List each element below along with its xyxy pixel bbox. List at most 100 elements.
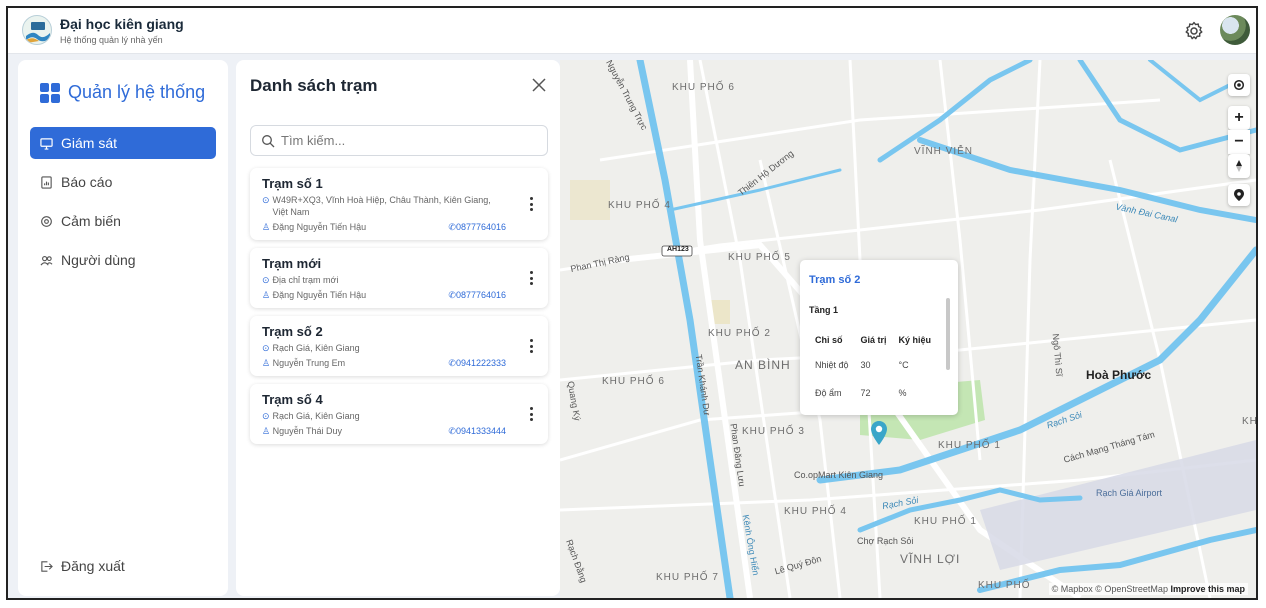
sidebar-item-label: Cảm biến — [61, 213, 121, 229]
zoom-out-button[interactable]: − — [1228, 130, 1250, 154]
location-pin-icon: ⊙ — [262, 411, 270, 421]
station-marker-icon[interactable] — [870, 420, 888, 446]
table-row: Nhiệt độ 30 °C — [809, 351, 937, 379]
user-avatar[interactable] — [1220, 15, 1250, 45]
user-icon: ♙ — [262, 426, 271, 436]
station-owner: Đặng Nguyễn Tiến Hậu — [272, 222, 367, 232]
sidebar-brand-label: Quản lý hệ thống — [68, 82, 206, 102]
top-header: Đại học kiên giang Hệ thống quản lý nhà … — [8, 8, 1256, 54]
user-icon: ♙ — [262, 222, 271, 232]
station-phone: 0941333444 — [455, 426, 506, 436]
location-pin-icon: ⊙ — [262, 275, 270, 285]
sidebar-item-label: Báo cáo — [61, 174, 113, 190]
table-cell: °C — [898, 360, 909, 370]
more-options-icon[interactable] — [530, 339, 534, 353]
column-header: Chỉ số — [815, 335, 843, 345]
map-label: Co.opMart Kiên Giang — [794, 470, 884, 480]
station-popup: Trạm số 2 Tầng 1 Chỉ số Giá trị Ký hiệu … — [800, 260, 958, 415]
station-address-row: ⊙ Rạch Giá, Kiên Giang — [262, 342, 536, 354]
university-logo — [22, 15, 52, 45]
user-icon: ♙ — [262, 358, 271, 368]
sidebar-item-cam-bien[interactable]: Cảm biến — [30, 205, 216, 237]
monitor-icon — [40, 137, 53, 150]
logout-button[interactable]: Đăng xuất — [40, 558, 125, 574]
station-address-row: ⊙ Địa chỉ trạm mới — [262, 274, 536, 286]
table-cell: Nhiệt độ — [815, 360, 849, 370]
search-box — [250, 125, 548, 156]
improve-map-link[interactable]: Improve this map — [1170, 584, 1245, 594]
table-header-row: Chỉ số Giá trị Ký hiệu — [809, 329, 937, 351]
location-pin-icon: ⊙ — [262, 195, 270, 205]
more-options-icon[interactable] — [530, 197, 534, 211]
close-icon[interactable] — [530, 76, 548, 94]
settings-gear-icon[interactable] — [1184, 21, 1204, 41]
map-label: KHU PHỐ 1 — [938, 440, 1001, 451]
sensor-icon — [41, 215, 52, 227]
station-phone: 0877764016 — [455, 222, 506, 232]
station-contact-row: ♙ Nguyễn Thái Duy ✆0941333444 — [262, 426, 536, 437]
geolocate-icon[interactable] — [1228, 74, 1250, 96]
app-window: Đại học kiên giang Hệ thống quản lý nhà … — [6, 6, 1258, 600]
map-label: VĨNH LỢI — [900, 552, 961, 566]
station-list-panel: Danh sách trạm Trạm số 1 ⊙W49R+XQ3, Vĩnh… — [236, 60, 560, 596]
station-phone-row: ✆0877764016 — [448, 290, 506, 301]
sidebar-brand[interactable]: Quản lý hệ thống — [40, 82, 205, 103]
station-card[interactable]: Trạm số 4 ⊙ Rạch Giá, Kiên Giang ♙ Nguyễn… — [250, 384, 548, 444]
station-name: Trạm số 1 — [262, 176, 323, 191]
map-label: KHU PHỐ 4 — [608, 200, 671, 211]
report-icon — [41, 175, 52, 189]
zoom-in-button[interactable]: + — [1228, 106, 1250, 130]
logout-label: Đăng xuất — [61, 558, 125, 574]
map-label: VĨNH VIỄN — [914, 146, 974, 157]
station-card[interactable]: Trạm số 2 ⊙ Rạch Giá, Kiên Giang ♙ Nguyễn… — [250, 316, 548, 376]
popup-scrollbar[interactable] — [946, 298, 950, 370]
sidebar-item-nguoi-dung[interactable]: Người dùng — [30, 244, 216, 276]
station-card[interactable]: Trạm mới ⊙ Địa chỉ trạm mới ♙ Đặng Nguyễn… — [250, 248, 548, 308]
more-options-icon[interactable] — [530, 407, 534, 421]
app-title: Đại học kiên giang — [60, 16, 184, 32]
more-options-icon[interactable] — [530, 271, 534, 285]
map-label: AN BÌNH — [735, 358, 791, 372]
station-owner-row: ♙ Đặng Nguyễn Tiến Hậu — [262, 222, 366, 233]
station-phone-row: ✆0941222333 — [448, 358, 506, 369]
table-cell: 72 — [860, 388, 871, 398]
compass-icon[interactable] — [1228, 154, 1250, 178]
station-address: Địa chỉ trạm mới — [272, 275, 339, 285]
sidebar-item-bao-cao[interactable]: Báo cáo — [30, 166, 216, 198]
station-owner-row: ♙ Nguyễn Thái Duy — [262, 426, 342, 437]
table-cell: 30 — [860, 360, 871, 370]
station-owner-row: ♙ Đặng Nguyễn Tiến Hậu — [262, 290, 366, 301]
sidebar-item-label: Giám sát — [61, 135, 118, 151]
station-list: Trạm số 1 ⊙ W49R+XQ3, Vĩnh Hoà Hiệp, Châu… — [250, 168, 548, 452]
phone-icon: ✆ — [448, 426, 456, 436]
logout-icon — [41, 560, 53, 572]
map-pin-icon[interactable] — [1228, 184, 1250, 206]
phone-icon: ✆ — [448, 290, 456, 300]
station-phone-row: ✆0877764016 — [448, 222, 506, 233]
station-card[interactable]: Trạm số 1 ⊙ W49R+XQ3, Vĩnh Hoà Hiệp, Châu… — [250, 168, 548, 240]
users-icon — [40, 255, 53, 266]
map-canvas[interactable]: KHU PHỐ 6 KHU PHỐ 4 KHU PHỐ 5 KHU PHỐ 2 … — [560, 60, 1256, 598]
sidebar: Quản lý hệ thống Giám sát Báo cáo Cảm bi… — [18, 60, 228, 596]
search-input[interactable] — [281, 133, 531, 148]
table-cell: Độ ẩm — [815, 388, 842, 398]
station-address-row: ⊙ Rạch Giá, Kiên Giang — [262, 410, 536, 422]
attribution-text[interactable]: © Mapbox © OpenStreetMap — [1052, 584, 1168, 594]
map-label: KHU PHỐ 3 — [742, 426, 805, 437]
map-label: KHU PHỐ — [978, 580, 1031, 591]
station-owner: Nguyễn Trung Em — [272, 358, 346, 368]
map-label: KHU PHỐ 4 — [784, 506, 847, 517]
station-address: W49R+XQ3, Vĩnh Hoà Hiệp, Châu Thành, Kiê… — [272, 195, 491, 217]
map-label: Hoà Phước — [1086, 368, 1152, 382]
station-phone-row: ✆0941333444 — [448, 426, 506, 437]
sidebar-item-giam-sat[interactable]: Giám sát — [30, 127, 216, 159]
station-name: Trạm số 2 — [262, 324, 323, 339]
column-header: Ký hiệu — [898, 335, 932, 345]
station-phone: 0941222333 — [455, 358, 506, 368]
column-header: Giá trị — [860, 335, 887, 345]
phone-icon: ✆ — [448, 358, 456, 368]
map-attribution: © Mapbox © OpenStreetMap Improve this ma… — [1048, 583, 1248, 595]
map-label: KHU PHỐ 2 — [708, 328, 771, 339]
location-pin-icon: ⊙ — [262, 343, 270, 353]
table-cell: % — [898, 388, 907, 398]
